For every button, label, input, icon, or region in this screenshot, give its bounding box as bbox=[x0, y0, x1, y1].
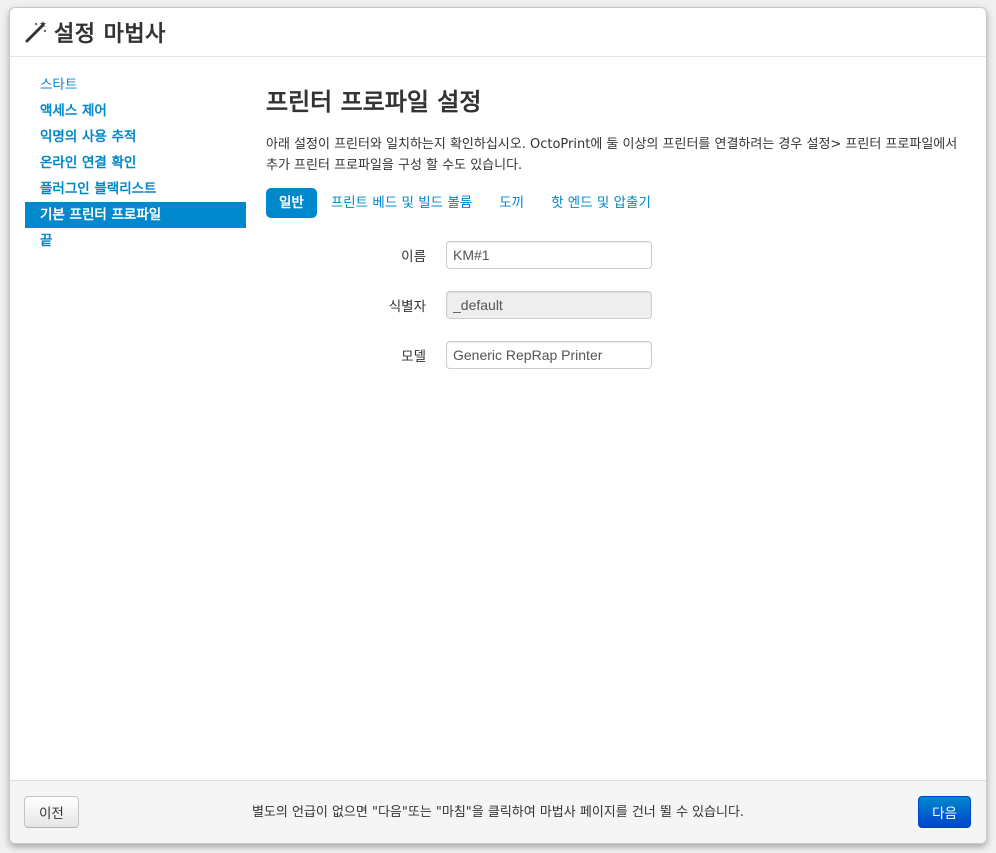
dialog-footer: 이전 별도의 언급이 없으면 "다음"또는 "마침"을 클릭하여 마법사 페이지… bbox=[10, 780, 986, 843]
sidebar-item-online-connectivity-check[interactable]: 온라인 연결 확인 bbox=[25, 150, 246, 176]
sidebar-item-default-printer-profile[interactable]: 기본 프린터 프로파일 bbox=[25, 202, 246, 228]
next-button[interactable]: 다음 bbox=[918, 796, 971, 828]
profile-tabs: 일반 프린트 베드 및 빌드 볼륨 도끼 핫 엔드 및 압출기 bbox=[266, 188, 966, 218]
dialog-header: 설정 마법사 bbox=[10, 8, 986, 57]
general-profile-form: 이름 식별자 모델 bbox=[266, 240, 966, 370]
form-row-name: 이름 bbox=[266, 240, 966, 270]
name-input[interactable] bbox=[446, 241, 652, 269]
wizard-content: 프린터 프로파일 설정 아래 설정이 프린터와 일치하는지 확인하십시오. Oc… bbox=[266, 76, 966, 390]
tab-general[interactable]: 일반 bbox=[266, 188, 317, 218]
setup-wizard-dialog: 설정 마법사 스타트 액세스 제어 익명의 사용 추적 온라인 연결 확인 플러… bbox=[9, 7, 987, 844]
sidebar-item-anonymous-usage-tracking[interactable]: 익명의 사용 추적 bbox=[25, 124, 246, 150]
identifier-label: 식별자 bbox=[388, 299, 426, 315]
name-label: 이름 bbox=[401, 249, 426, 265]
page-description: 아래 설정이 프린터와 일치하는지 확인하십시오. OctoPrint에 둘 이… bbox=[266, 137, 958, 173]
form-row-identifier: 식별자 bbox=[266, 290, 966, 320]
wizard-steps-sidebar: 스타트 액세스 제어 익명의 사용 추적 온라인 연결 확인 플러그인 블랙리스… bbox=[25, 72, 246, 254]
sidebar-item-start[interactable]: 스타트 bbox=[25, 72, 246, 98]
identifier-input bbox=[446, 291, 652, 319]
sidebar-item-finish[interactable]: 끝 bbox=[25, 228, 246, 254]
skip-hint-text: 별도의 언급이 없으면 "다음"또는 "마침"을 클릭하여 마법사 페이지를 건… bbox=[251, 805, 745, 820]
page-title: 프린터 프로파일 설정 bbox=[266, 88, 482, 116]
tab-hotend-extruder[interactable]: 핫 엔드 및 압출기 bbox=[538, 188, 664, 218]
model-input[interactable] bbox=[446, 341, 652, 369]
tab-print-bed-build-volume[interactable]: 프린트 베드 및 빌드 볼륨 bbox=[318, 188, 485, 218]
dialog-title: 설정 마법사 bbox=[54, 22, 166, 47]
sidebar-item-access-control[interactable]: 액세스 제어 bbox=[25, 98, 246, 124]
tab-axes[interactable]: 도끼 bbox=[486, 188, 537, 218]
magic-wand-icon bbox=[25, 21, 46, 43]
form-row-model: 모델 bbox=[266, 340, 966, 370]
model-label: 모델 bbox=[401, 349, 426, 365]
sidebar-item-plugin-blacklist[interactable]: 플러그인 블랙리스트 bbox=[25, 176, 246, 202]
